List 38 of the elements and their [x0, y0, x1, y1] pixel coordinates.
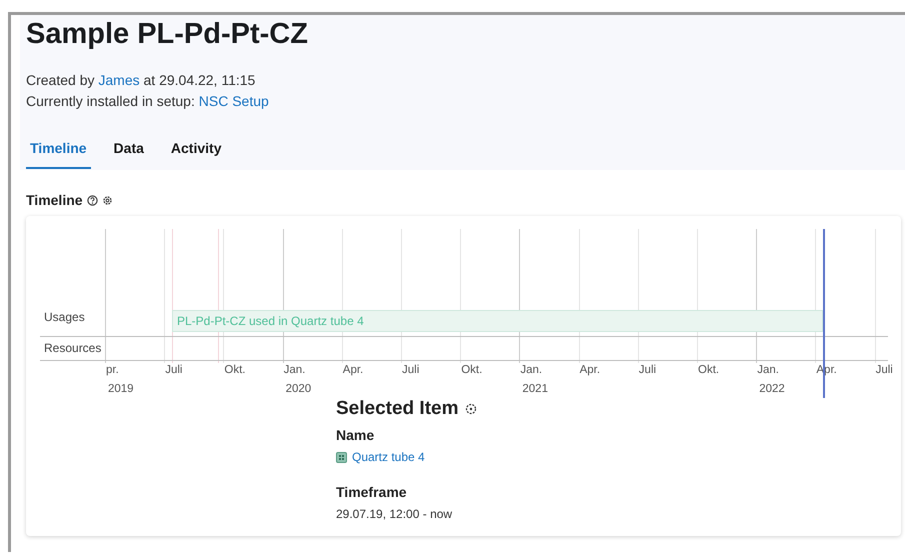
- row-label: Usages: [44, 310, 85, 324]
- row-label: Resources: [44, 341, 102, 355]
- meta-text: Created by: [26, 72, 96, 88]
- field-label: Name: [336, 427, 376, 443]
- axis-label: Juli: [874, 364, 893, 376]
- axis-label: 2019: [107, 383, 134, 395]
- timeframe-value: 29.07.19, 12:00 - now: [336, 507, 454, 521]
- axis-label: 2020: [284, 383, 312, 395]
- axis-label: Juli: [638, 364, 656, 376]
- tab[interactable]: Activity: [166, 140, 226, 169]
- tab[interactable]: Timeline: [26, 140, 91, 169]
- field-label: Timeframe: [336, 484, 408, 500]
- axis-label: Apr.: [578, 364, 600, 376]
- axis-label: Jan.: [756, 364, 779, 376]
- axis-label: pr.: [105, 364, 119, 376]
- tab[interactable]: Data: [110, 140, 148, 169]
- axis-label: 2022: [758, 383, 785, 395]
- axis-label: Okt.: [460, 364, 482, 376]
- section-title: Timeline: [26, 192, 83, 208]
- axis-label: Jan.: [282, 364, 306, 376]
- page-title: Sample PL-Pd-Pt-CZ: [26, 17, 309, 51]
- axis-label: Apr.: [342, 364, 364, 376]
- axis-label: Jan.: [519, 364, 542, 376]
- settings-icon[interactable]: [102, 194, 113, 206]
- meta-link[interactable]: James: [98, 72, 140, 88]
- help-icon[interactable]: [86, 194, 98, 206]
- panel-title: Selected Item: [336, 398, 458, 420]
- target-icon[interactable]: [464, 403, 476, 415]
- grid-icon: [336, 452, 347, 462]
- axis-label: Okt.: [697, 364, 720, 376]
- item-link[interactable]: Quartz tube 4: [352, 450, 425, 464]
- meta-link[interactable]: NSC Setup: [198, 93, 269, 109]
- axis-label: 2021: [521, 383, 548, 395]
- axis-label: Juli: [401, 364, 420, 376]
- axis-label: Okt.: [223, 364, 246, 376]
- meta-text: Currently installed in setup:: [26, 93, 196, 109]
- axis-label: Juli: [164, 364, 182, 376]
- meta-text: at 29.04.22, 11:15: [142, 72, 256, 88]
